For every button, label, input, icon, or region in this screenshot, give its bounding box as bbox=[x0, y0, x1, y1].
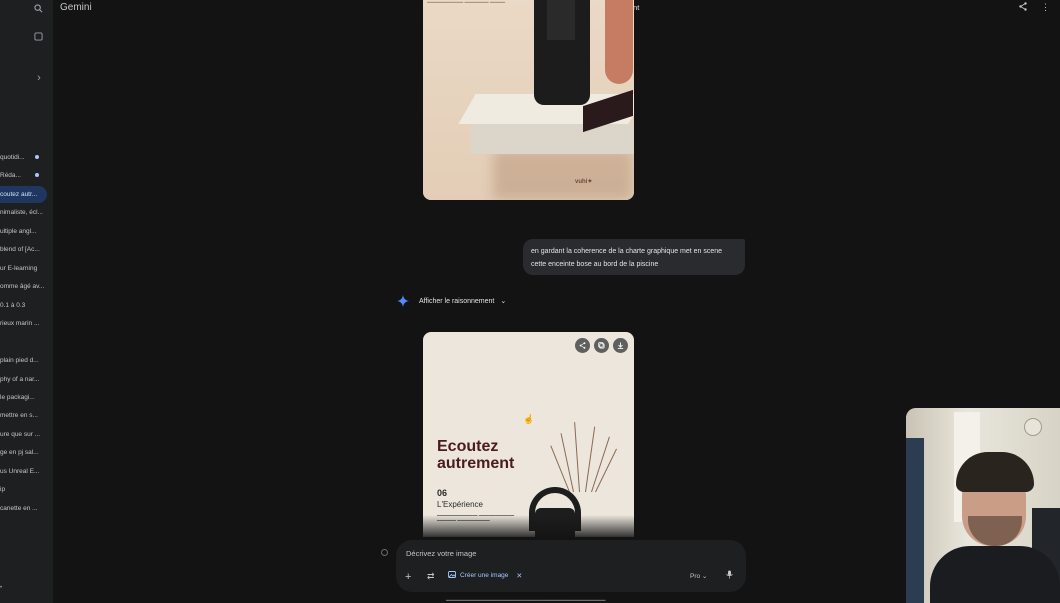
gemini-star-icon bbox=[397, 295, 409, 307]
sidebar-chat-label: ge en pj sal... bbox=[0, 449, 39, 456]
sidebar-chat-item[interactable]: coutez autr... bbox=[0, 186, 47, 203]
person-shirt bbox=[930, 546, 1060, 603]
sidebar-chat-item[interactable]: blend of [Ac... bbox=[0, 241, 47, 258]
sidebar-chat-label: rieux marin ... bbox=[0, 320, 40, 327]
share-image-button[interactable] bbox=[575, 338, 590, 353]
sidebar-chat-label: quotidi... bbox=[0, 154, 25, 161]
sidebar-chat-label: le packagi... bbox=[0, 394, 35, 401]
sidebar-chat-label: Réda... bbox=[0, 172, 21, 179]
image-icon bbox=[448, 571, 456, 580]
sidebar-chat-label: blend of [Ac... bbox=[0, 246, 40, 253]
chevron-down-icon: ⌄ bbox=[500, 298, 507, 305]
sidebar-chat-label: ip bbox=[0, 486, 6, 493]
sidebar-chat-item[interactable]: omme âgé av... bbox=[0, 278, 47, 295]
tools-icon[interactable]: ⇄ bbox=[427, 571, 435, 582]
image-small-text: ━━━━━━━━━━━━ ━━━━━━━━ ━━━━━ bbox=[427, 0, 506, 6]
image-subtitle: L'Expérience bbox=[437, 500, 483, 509]
sidebar-chat-item[interactable]: ur E-learning bbox=[0, 260, 47, 277]
sidebar-chat-item[interactable]: nimaliste, écl... bbox=[0, 204, 47, 221]
sidebar-chat-label: us Unreal E... bbox=[0, 468, 40, 475]
prompt-composer: + ⇄ Créer une image ✕ Pro ⌄ bbox=[396, 540, 746, 592]
more-options-icon[interactable]: ⋮ bbox=[1041, 2, 1050, 13]
disclaimer-text: ━━━━━━━━━━━━━━━━━━━━━━━━━━━━━━━━━━━━━━━━… bbox=[446, 598, 606, 603]
sidebar-chat-label: canette en ... bbox=[0, 505, 38, 512]
status-circle-icon bbox=[381, 549, 388, 556]
download-image-button[interactable] bbox=[613, 338, 628, 353]
sidebar-chat-item[interactable]: plain pied d... bbox=[0, 352, 47, 369]
close-icon[interactable]: ✕ bbox=[516, 572, 522, 580]
sidebar-chat-item[interactable]: quotidi... bbox=[0, 149, 47, 166]
create-image-chip[interactable]: Créer une image ✕ bbox=[448, 571, 522, 580]
image-actions bbox=[575, 338, 628, 353]
sidebar-chat-item[interactable]: 0.1 à 0.3 bbox=[0, 297, 47, 314]
webcam-clock bbox=[1024, 418, 1042, 436]
sidebar-chat-label: phy of a nar... bbox=[0, 376, 40, 383]
generated-image-2[interactable]: Ecoutez autrement 06 L'Expérience ━━━━━━… bbox=[423, 332, 634, 537]
model-selector[interactable]: Pro ⌄ bbox=[690, 572, 707, 580]
sidebar-chat-label: plain pied d... bbox=[0, 357, 39, 364]
sidebar-chat-item[interactable]: mettre en s... bbox=[0, 407, 47, 424]
webcam-door bbox=[906, 438, 924, 603]
copy-image-button[interactable] bbox=[594, 338, 609, 353]
generated-image-1[interactable]: ━━━━━━━━━━━━ ━━━━━━━━ ━━━━━ vuhi✦ bbox=[423, 0, 634, 200]
share-icon[interactable] bbox=[1019, 2, 1027, 13]
vase bbox=[605, 0, 633, 84]
prompt-input[interactable] bbox=[406, 546, 706, 560]
sidebar-chat-label: coutez autr... bbox=[0, 191, 38, 198]
webcam-overlay bbox=[906, 408, 1060, 603]
sidebar-chat-label: ur E-learning bbox=[0, 265, 38, 272]
sidebar-chat-item[interactable]: phy of a nar... bbox=[0, 371, 47, 388]
sidebar-chat-label: ure que sur ... bbox=[0, 431, 41, 438]
speaker-top bbox=[547, 0, 575, 40]
microphone-icon[interactable] bbox=[726, 570, 733, 581]
sidebar-chat-item[interactable]: Réda... bbox=[0, 167, 47, 184]
image-shadow bbox=[493, 150, 633, 200]
add-icon[interactable]: + bbox=[405, 571, 411, 583]
top-right-actions: ⋮ bbox=[1019, 2, 1050, 13]
new-chat-icon[interactable] bbox=[30, 28, 46, 44]
image-brand-mark: vuhi✦ bbox=[575, 179, 593, 185]
unread-dot bbox=[35, 173, 39, 177]
sidebar: › quotidi... Réda... coutez autr... nimalis… bbox=[0, 0, 53, 603]
sidebar-chat-item[interactable]: ultiple angl... bbox=[0, 223, 47, 240]
image-fade bbox=[423, 515, 634, 537]
show-reasoning-toggle[interactable]: Afficher le raisonnement ⌄ bbox=[419, 297, 507, 306]
sidebar-chat-item[interactable]: ip bbox=[0, 481, 47, 498]
sidebar-chat-label: ultiple angl... bbox=[0, 228, 37, 235]
model-label: Pro bbox=[690, 573, 701, 580]
sidebar-chat-label: 0.1 à 0.3 bbox=[0, 302, 26, 309]
create-image-label: Créer une image bbox=[460, 572, 509, 579]
plant-stem bbox=[574, 422, 580, 493]
chevron-right-icon[interactable]: › bbox=[31, 70, 47, 86]
sidebar-chat-label: mettre en s... bbox=[0, 412, 38, 419]
sidebar-chat-item[interactable]: canette en ... bbox=[0, 500, 47, 517]
sidebar-chat-label: omme âgé av... bbox=[0, 283, 45, 290]
sidebar-chat-item[interactable]: ge en pj sal... bbox=[0, 444, 47, 461]
sidebar-footer-mark: • bbox=[0, 585, 3, 591]
sidebar-chat-item[interactable]: ure que sur ... bbox=[0, 426, 47, 443]
sidebar-chat-item[interactable]: le packagi... bbox=[0, 389, 47, 406]
plant-stem bbox=[560, 433, 574, 493]
sidebar-chat-item[interactable]: us Unreal E... bbox=[0, 463, 47, 480]
image-headline: Ecoutez autrement bbox=[437, 438, 515, 472]
unread-dot bbox=[35, 155, 39, 159]
image-number: 06 bbox=[437, 488, 448, 498]
stone-slab-edge bbox=[471, 124, 634, 154]
show-reasoning-label: Afficher le raisonnement bbox=[419, 297, 495, 305]
user-message: en gardant la coherence de la charte gra… bbox=[523, 239, 745, 275]
sidebar-chat-label: nimaliste, écl... bbox=[0, 209, 43, 216]
hand-cursor-icon: ☝ bbox=[523, 414, 535, 424]
sidebar-chat-item[interactable]: rieux marin ... bbox=[0, 315, 47, 332]
